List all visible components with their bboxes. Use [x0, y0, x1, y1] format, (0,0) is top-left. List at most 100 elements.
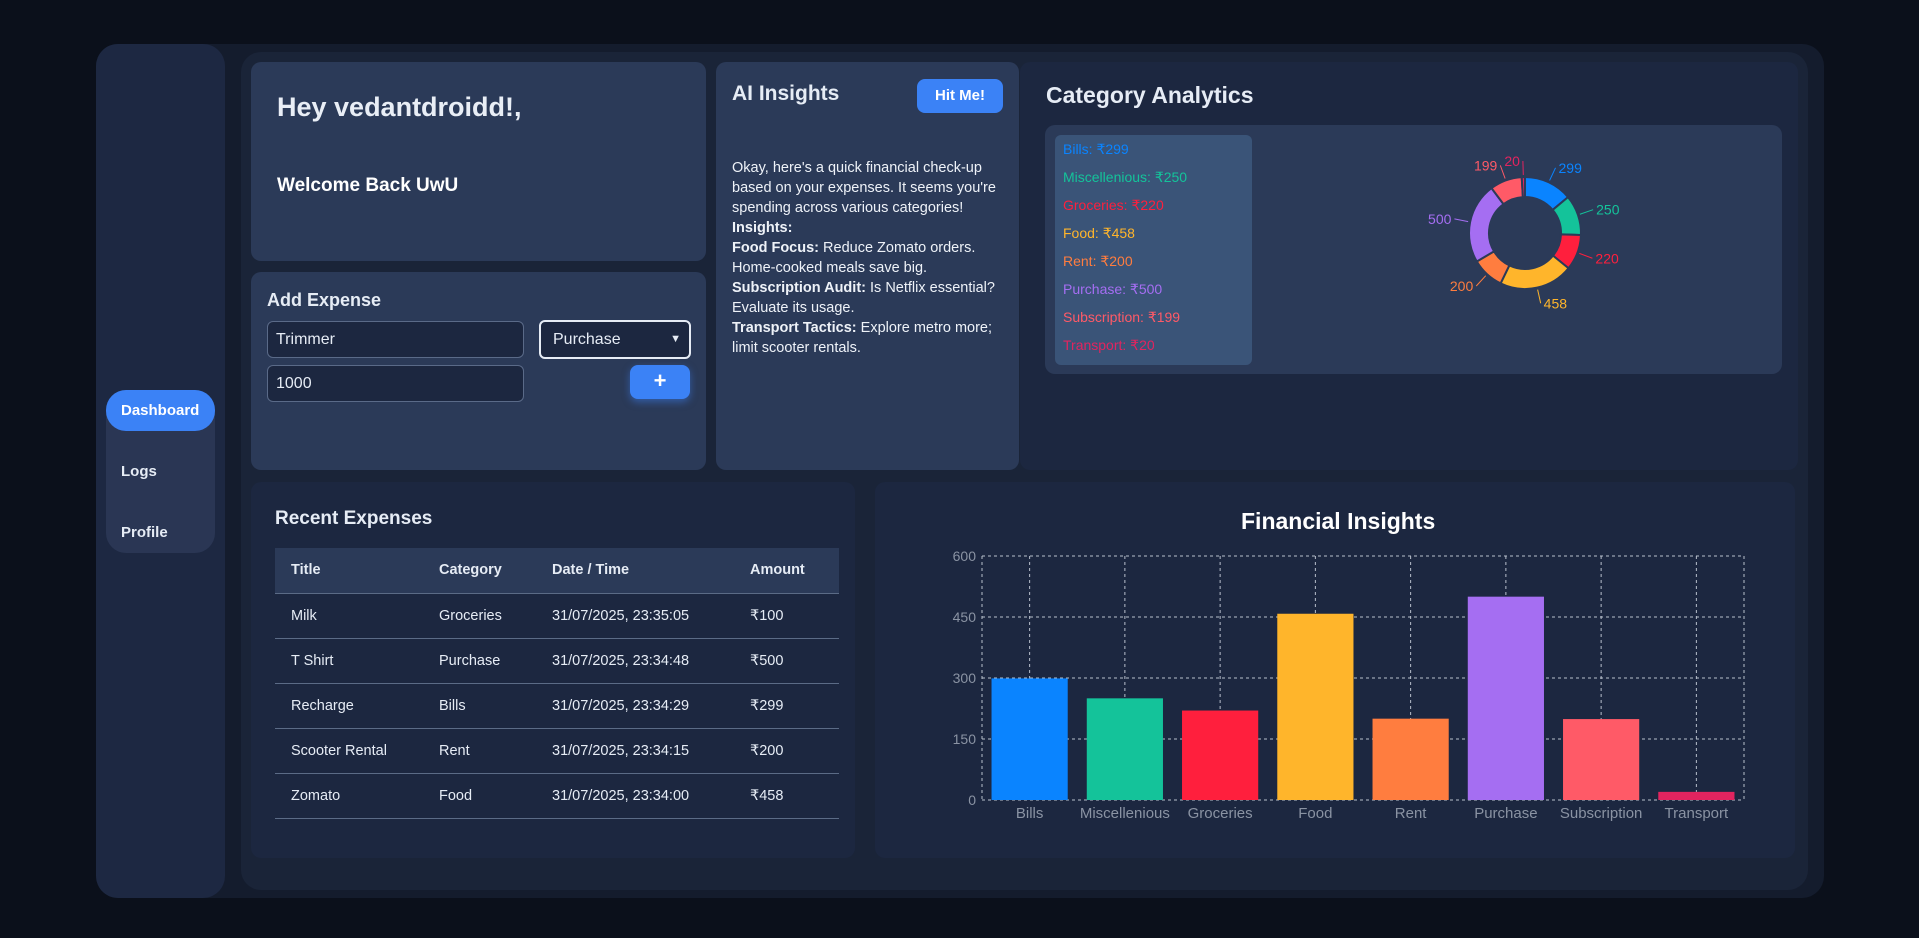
expense-title-input[interactable]: Trimmer: [267, 321, 524, 358]
donut-data-label: 458: [1544, 295, 1568, 311]
sidebar-item-logs[interactable]: Logs: [106, 451, 215, 492]
cell-datetime: 31/07/2025, 23:34:29: [536, 683, 734, 729]
column-header-amount: Amount: [734, 548, 839, 594]
donut-data-label: 200: [1450, 278, 1474, 294]
column-header-datetime: Date / Time: [536, 548, 734, 594]
bar-purchase[interactable]: [1467, 596, 1544, 800]
add-expense-title: Add Expense: [267, 290, 382, 310]
bar-rent[interactable]: [1372, 718, 1449, 800]
category-analytics-title: Category Analytics: [1046, 82, 1254, 108]
cell-category: Rent: [423, 728, 536, 774]
table-row: Recharge Bills 31/07/2025, 23:34:29 ₹299: [275, 683, 839, 729]
donut-data-label: 250: [1596, 202, 1620, 218]
table-row: Scooter Rental Rent 31/07/2025, 23:34:15 ₹2…: [275, 728, 839, 774]
table-row: Zomato Food 31/07/2025, 23:34:00 ₹458: [275, 773, 839, 819]
sidebar-item-dashboard[interactable]: Dashboard: [106, 390, 215, 431]
cell-amount: ₹100: [734, 593, 839, 639]
sidebar-item-profile[interactable]: Profile: [106, 512, 215, 553]
legend-item-bills[interactable]: Bills: ₹299: [1063, 140, 1244, 168]
donut-data-label: 299: [1559, 160, 1583, 176]
legend-item-rent[interactable]: Rent: ₹200: [1063, 252, 1244, 280]
donut-leader-line: [1454, 218, 1469, 223]
greeting-card: Hey vedantdroidd!, Welcome Back UwU: [251, 62, 706, 261]
category-legend: Bills: ₹299 Miscellenious: ₹250 Grocerie…: [1055, 135, 1252, 365]
ai-insights-card: AI Insights Hit Me! Okay, here's a quick…: [716, 62, 1019, 470]
donut-data-label: 20: [1504, 153, 1520, 169]
donut-slice-food[interactable]: [1499, 254, 1570, 290]
donut-leader-line: [1549, 167, 1556, 181]
bar-groceries[interactable]: [1182, 710, 1259, 800]
cell-title: Recharge: [275, 683, 423, 729]
donut-data-label: 199: [1474, 157, 1498, 173]
legend-item-food[interactable]: Food: ₹458: [1063, 224, 1244, 252]
x-tick-label: Subscription: [1560, 805, 1643, 822]
legend-item-transport[interactable]: Transport: ₹20: [1063, 336, 1244, 364]
column-header-title: Title: [275, 548, 423, 594]
category-select-value: Purchase: [553, 331, 621, 348]
add-expense-button[interactable]: +: [630, 365, 690, 399]
donut-leader-line: [1537, 289, 1542, 304]
recent-expenses-table: Title Category Date / Time Amount Milk Gr…: [275, 548, 839, 819]
add-expense-card: Add Expense Trimmer Purchase ▼ 1000 +: [251, 272, 706, 470]
donut-slice-transport[interactable]: [1520, 175, 1526, 199]
x-tick-label: Groceries: [1188, 805, 1253, 822]
legend-item-subscription[interactable]: Subscription: ₹199: [1063, 308, 1244, 336]
hit-me-button[interactable]: Hit Me!: [917, 79, 1003, 113]
ai-insights-label: Insights:: [732, 220, 793, 236]
cell-category: Food: [423, 773, 536, 819]
y-tick-label: 600: [953, 548, 977, 564]
cell-datetime: 31/07/2025, 23:34:15: [536, 728, 734, 774]
financial-insights-title: Financial Insights: [1241, 508, 1436, 534]
x-tick-label: Miscellenious: [1080, 805, 1170, 822]
amount-input[interactable]: 1000: [267, 365, 524, 402]
bar-miscellenious[interactable]: [1086, 698, 1163, 800]
cell-title: T Shirt: [275, 638, 423, 684]
legend-item-groceries[interactable]: Groceries: ₹220: [1063, 196, 1244, 224]
cell-datetime: 31/07/2025, 23:34:00: [536, 773, 734, 819]
cell-title: Scooter Rental: [275, 728, 423, 774]
bar-subscription[interactable]: [1563, 719, 1640, 800]
donut-data-label: 500: [1428, 211, 1452, 227]
chevron-down-icon: ▼: [670, 333, 681, 345]
cell-amount: ₹299: [734, 683, 839, 729]
recent-expenses-title: Recent Expenses: [275, 508, 433, 529]
ai-insights-title: AI Insights: [732, 82, 840, 105]
cell-category: Bills: [423, 683, 536, 729]
donut-leader-line: [1579, 209, 1594, 215]
cell-title: Zomato: [275, 773, 423, 819]
donut-leader-line: [1579, 252, 1593, 259]
y-tick-label: 150: [953, 731, 977, 747]
table-row: Milk Groceries 31/07/2025, 23:35:05 ₹100: [275, 593, 839, 639]
x-tick-label: Purchase: [1474, 805, 1537, 822]
x-tick-label: Rent: [1395, 805, 1428, 822]
cell-amount: ₹200: [734, 728, 839, 774]
y-tick-label: 300: [953, 670, 977, 686]
ai-insights-text: Okay, here's a quick financial check-up …: [732, 158, 997, 358]
x-tick-label: Bills: [1016, 805, 1044, 822]
category-select[interactable]: Purchase ▼: [539, 320, 691, 359]
bar-transport[interactable]: [1658, 791, 1735, 800]
table-row: T Shirt Purchase 31/07/2025, 23:34:48 ₹500: [275, 638, 839, 684]
column-header-category: Category: [423, 548, 536, 594]
donut-data-label: 220: [1595, 250, 1619, 266]
ai-insight-item: Food Focus: Reduce Zomato orders. Home-c…: [732, 240, 976, 276]
donut-leader-line: [1475, 275, 1487, 287]
bar-bills[interactable]: [991, 678, 1068, 800]
y-tick-label: 0: [968, 792, 976, 808]
donut-slice-purchase[interactable]: [1468, 186, 1505, 263]
category-donut-chart: 299 250 220 458 200 500 199 20: [1428, 153, 1620, 311]
cell-category: Purchase: [423, 638, 536, 684]
financial-insights-bar-chart: 0 150 300 450 600 Bills Miscellenious Groceries…: [953, 548, 1745, 822]
y-tick-label: 450: [953, 609, 977, 625]
legend-item-miscellenious[interactable]: Miscellenious: ₹250: [1063, 168, 1244, 196]
greeting-title: Hey vedantdroidd!,: [277, 92, 522, 122]
cell-title: Milk: [275, 593, 423, 639]
x-tick-label: Transport: [1665, 805, 1729, 822]
ai-intro: Okay, here's a quick financial check-up …: [732, 160, 996, 216]
ai-insight-item: Transport Tactics: Explore metro more; l…: [732, 320, 993, 356]
ai-insight-item: Subscription Audit: Is Netflix essential…: [732, 280, 995, 316]
cell-category: Groceries: [423, 593, 536, 639]
cell-amount: ₹500: [734, 638, 839, 684]
legend-item-purchase[interactable]: Purchase: ₹500: [1063, 280, 1244, 308]
bar-food[interactable]: [1277, 613, 1354, 800]
